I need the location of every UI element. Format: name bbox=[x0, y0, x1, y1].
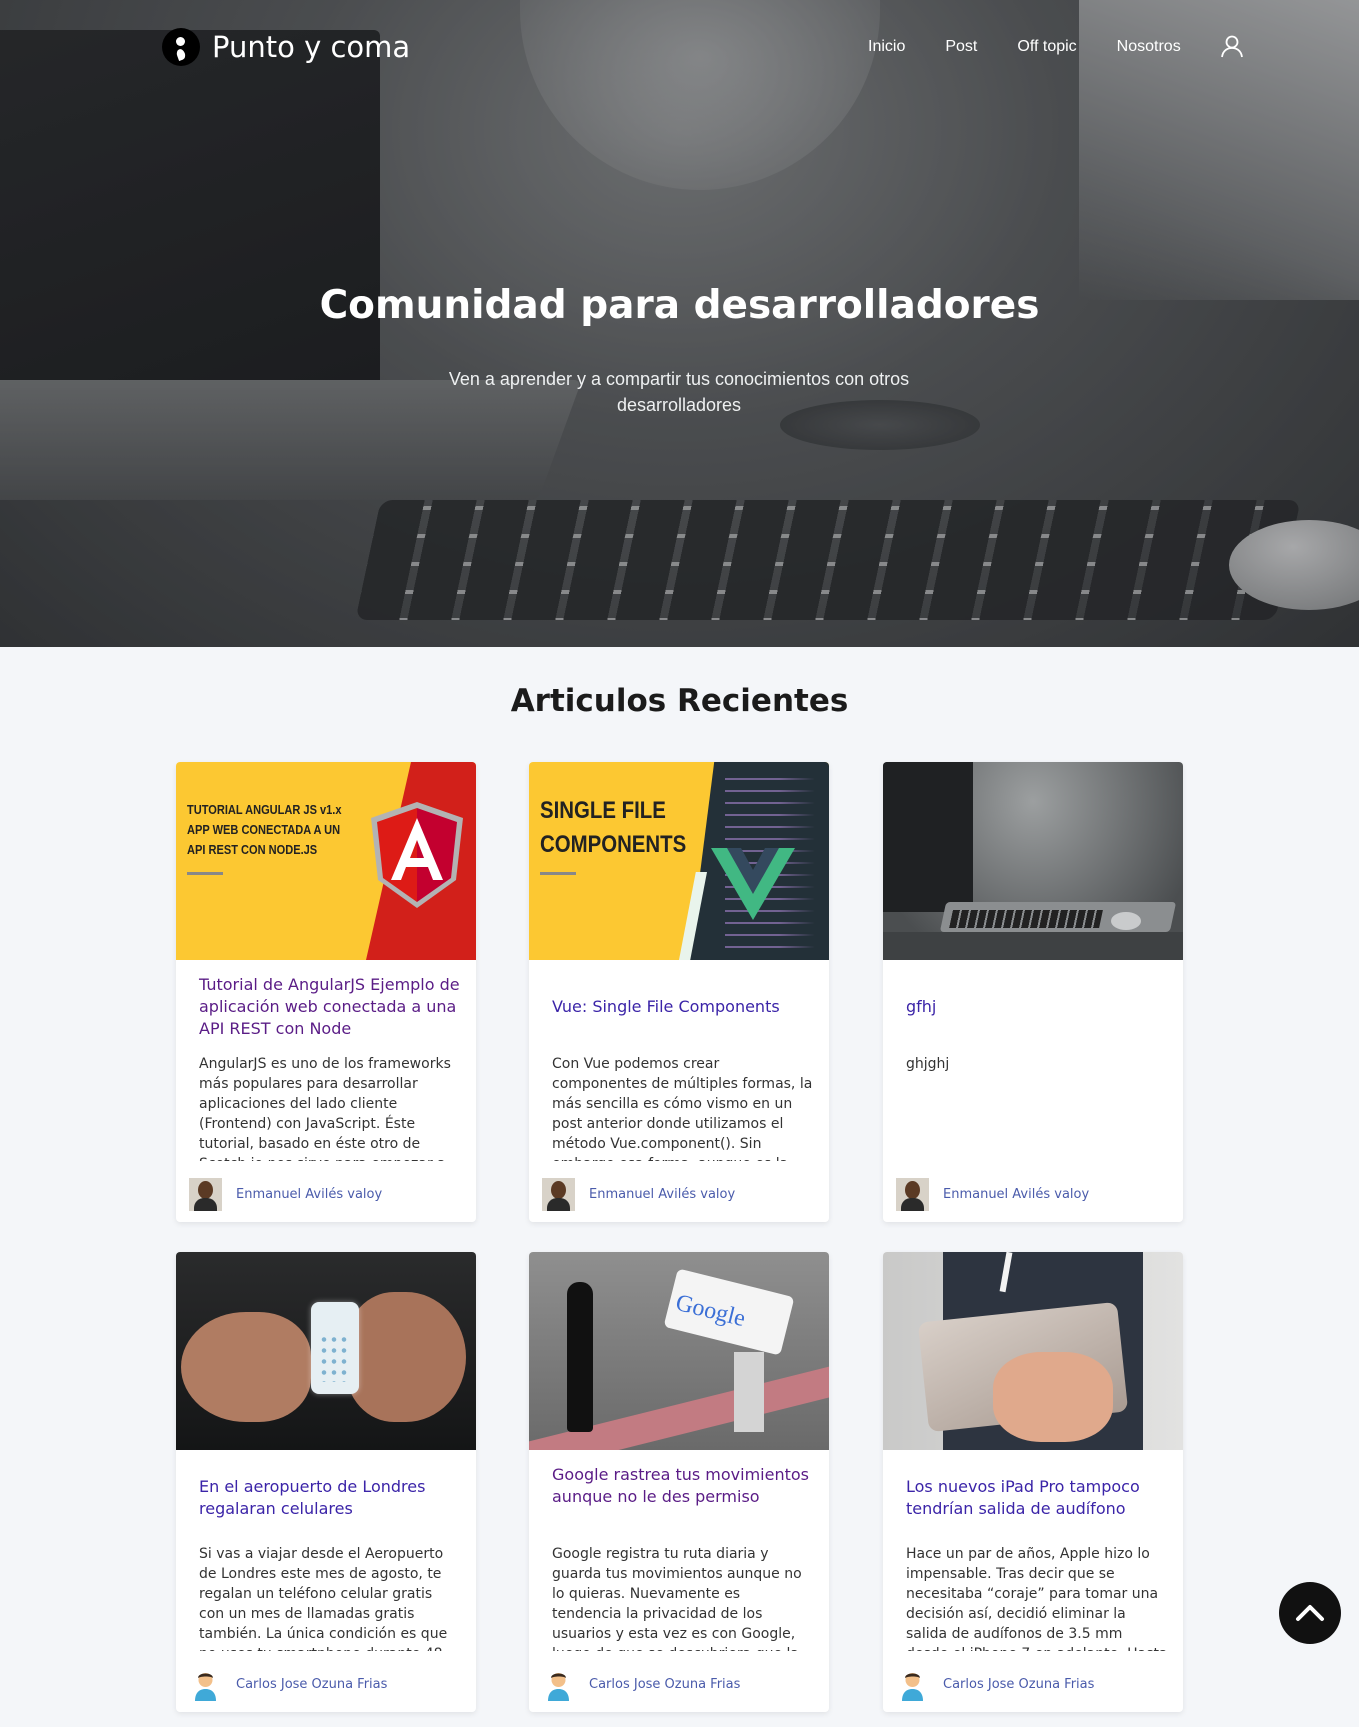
article-title[interactable]: Google rastrea tus movimientos aunque no… bbox=[552, 1464, 814, 1508]
thumbnail-text-line: TUTORIAL ANGULAR JS v1.x bbox=[187, 802, 342, 817]
article-card[interactable]: Los nuevos iPad Pro tampoco tendrían sal… bbox=[883, 1252, 1183, 1712]
hero-banner: Punto y coma Inicio Post Off topic Nosot… bbox=[0, 0, 1359, 647]
article-thumbnail[interactable]: SINGLE FILE COMPONENTS bbox=[529, 762, 829, 960]
article-title[interactable]: gfhj bbox=[906, 996, 1168, 1018]
brand-name: Punto y coma bbox=[212, 30, 411, 64]
thumbnail-text-line: APP WEB CONECTADA A UN bbox=[187, 822, 341, 837]
article-title[interactable]: En el aeropuerto de Londres regalaran ce… bbox=[199, 1476, 461, 1520]
author-name[interactable]: Carlos Jose Ozuna Frias bbox=[236, 1677, 387, 1692]
article-card[interactable]: Google Google rastrea tus movimientos au… bbox=[529, 1252, 829, 1712]
avatar bbox=[189, 1178, 222, 1211]
article-card[interactable]: TUTORIAL ANGULAR JS v1.x APP WEB CONECTA… bbox=[176, 762, 476, 1222]
nav-off-topic[interactable]: Off topic bbox=[1017, 38, 1076, 56]
author-name[interactable]: Carlos Jose Ozuna Frias bbox=[589, 1677, 740, 1692]
article-excerpt: AngularJS es uno de los frameworks más p… bbox=[199, 1056, 451, 1161]
article-thumbnail[interactable] bbox=[176, 1252, 476, 1450]
article-author[interactable]: Carlos Jose Ozuna Frias bbox=[542, 1668, 740, 1701]
article-card[interactable]: SINGLE FILE COMPONENTS Vue: Single File … bbox=[529, 762, 829, 1222]
article-thumbnail[interactable]: TUTORIAL ANGULAR JS v1.x APP WEB CONECTA… bbox=[176, 762, 476, 960]
article-author[interactable]: Carlos Jose Ozuna Frias bbox=[189, 1668, 387, 1701]
avatar bbox=[195, 1673, 216, 1701]
article-excerpt: Hace un par de años, Apple hizo lo impen… bbox=[906, 1546, 1168, 1651]
hero-title: Comunidad para desarrolladores bbox=[319, 283, 1040, 328]
article-author[interactable]: Enmanuel Avilés valoy bbox=[542, 1178, 735, 1211]
article-title[interactable]: Los nuevos iPad Pro tampoco tendrían sal… bbox=[906, 1476, 1168, 1520]
article-author[interactable]: Carlos Jose Ozuna Frias bbox=[896, 1668, 1094, 1701]
thumbnail-text-line: SINGLE FILE bbox=[540, 797, 666, 824]
article-excerpt: ghjghj bbox=[906, 1056, 950, 1072]
article-thumbnail[interactable] bbox=[883, 762, 1183, 960]
article-author[interactable]: Enmanuel Avilés valoy bbox=[896, 1178, 1089, 1211]
hero-subtitle: Ven a aprender y a compartir tus conocim… bbox=[448, 369, 910, 415]
chevron-up-icon bbox=[1296, 1605, 1324, 1621]
article-card[interactable]: gfhj ghjghj Enmanuel Avilés valoy bbox=[883, 762, 1183, 1222]
author-name[interactable]: Enmanuel Avilés valoy bbox=[236, 1187, 382, 1202]
site-logo[interactable]: Punto y coma bbox=[162, 28, 410, 66]
author-name[interactable]: Enmanuel Avilés valoy bbox=[589, 1187, 735, 1202]
avatar bbox=[896, 1178, 929, 1211]
article-thumbnail[interactable]: Google bbox=[529, 1252, 829, 1450]
article-title[interactable]: Tutorial de AngularJS Ejemplo de aplicac… bbox=[199, 974, 461, 1040]
thumbnail-divider bbox=[187, 872, 223, 875]
avatar bbox=[902, 1673, 923, 1701]
article-title[interactable]: Vue: Single File Components bbox=[552, 996, 814, 1018]
article-excerpt: Con Vue podemos crear componentes de múl… bbox=[552, 1056, 813, 1161]
avatar bbox=[548, 1673, 569, 1701]
nav-menu: Inicio Post Off topic Nosotros bbox=[868, 38, 1359, 56]
back-to-top-button[interactable] bbox=[1279, 1582, 1341, 1644]
avatar bbox=[542, 1178, 575, 1211]
thumbnail-text-line: COMPONENTS bbox=[540, 831, 687, 858]
article-thumbnail[interactable] bbox=[883, 1252, 1183, 1450]
vue-logo-icon bbox=[711, 848, 795, 920]
article-excerpt: Google registra tu ruta diaria y guarda … bbox=[552, 1546, 802, 1651]
section-title: Articulos Recientes bbox=[510, 683, 849, 719]
top-navbar: Punto y coma Inicio Post Off topic Nosot… bbox=[0, 0, 1359, 100]
thumbnail-text-line: API REST CON NODE.JS bbox=[187, 842, 318, 857]
nav-inicio[interactable]: Inicio bbox=[868, 38, 905, 56]
logo-icon bbox=[162, 28, 200, 66]
thumbnail-divider bbox=[540, 872, 576, 875]
article-author[interactable]: Enmanuel Avilés valoy bbox=[189, 1178, 382, 1211]
user-icon[interactable] bbox=[1220, 34, 1244, 58]
article-card[interactable]: En el aeropuerto de Londres regalaran ce… bbox=[176, 1252, 476, 1712]
author-name[interactable]: Carlos Jose Ozuna Frias bbox=[943, 1677, 1094, 1692]
author-name[interactable]: Enmanuel Avilés valoy bbox=[943, 1187, 1089, 1202]
nav-post[interactable]: Post bbox=[945, 38, 977, 56]
nav-nosotros[interactable]: Nosotros bbox=[1117, 38, 1181, 56]
angular-logo-icon bbox=[371, 802, 463, 908]
article-excerpt: Si vas a viajar desde el Aeropuerto de L… bbox=[199, 1546, 448, 1651]
